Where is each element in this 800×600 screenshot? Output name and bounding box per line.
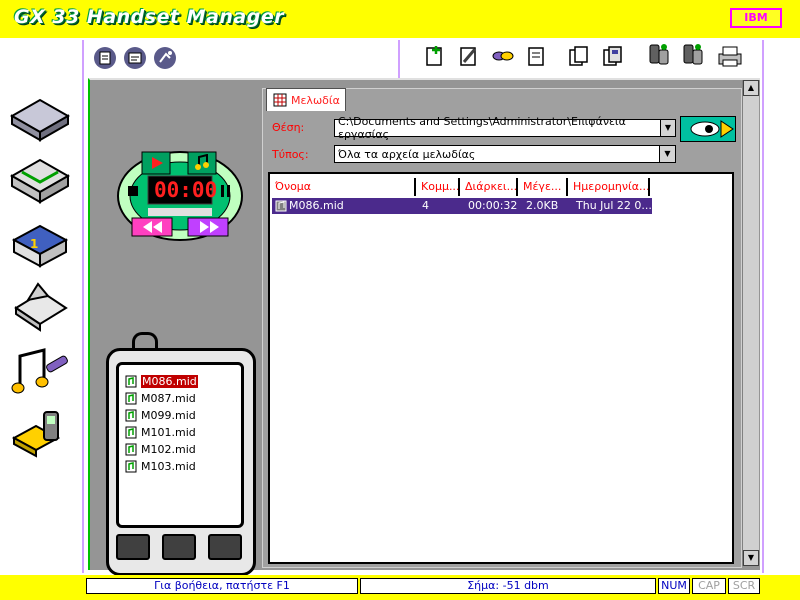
table-row[interactable]: M086.mid 4 00:00:32 2.0KB Thu Jul 22 0..… (272, 198, 652, 214)
status-help: Για βοήθεια, πατήστε F1 (86, 578, 358, 594)
player-time-display: 00:00 (154, 178, 218, 202)
divider (762, 40, 764, 573)
title-bar: GX 33 Handset Manager IBM (0, 0, 800, 38)
column-header-date[interactable]: Ημερομηνία... (570, 178, 650, 196)
list-item[interactable]: M103.mid (125, 458, 235, 475)
pause-icon[interactable] (220, 184, 232, 198)
list-item[interactable]: M102.mid (125, 441, 235, 458)
phone-left-button[interactable] (116, 534, 150, 560)
svg-text:1: 1 (30, 237, 38, 251)
type-value: Όλα τα αρχεία μελωδίας (338, 147, 476, 161)
edit-pencil-icon[interactable] (456, 44, 482, 68)
note-icon[interactable] (194, 153, 210, 170)
file-list-view[interactable] (268, 172, 734, 564)
status-signal: Σήμα: -51 dbm (360, 578, 656, 594)
chevron-down-icon[interactable]: ▼ (659, 146, 675, 162)
stop-icon[interactable] (128, 186, 138, 196)
divider (82, 40, 84, 573)
tab-melody[interactable]: Μελωδία (266, 88, 346, 111)
list-item-label: M102.mid (141, 443, 196, 456)
column-header-comment[interactable]: Κομμ... (418, 178, 460, 196)
cell-name: M086.mid (289, 199, 344, 212)
column-header-size[interactable]: Μέγε... (520, 178, 568, 196)
music-file-icon (125, 460, 137, 473)
edit-file-icon[interactable] (122, 46, 148, 70)
new-file-icon[interactable] (92, 46, 118, 70)
list-item-label: M101.mid (141, 426, 196, 439)
music-file-icon (125, 392, 137, 405)
divider (398, 40, 400, 78)
list-item[interactable]: M099.mid (125, 407, 235, 424)
notes-icon[interactable] (8, 278, 72, 334)
app-title: GX 33 Handset Manager (14, 6, 285, 28)
sync-icon[interactable] (152, 46, 178, 70)
connectivity-icon[interactable] (8, 404, 72, 460)
rewind-icon[interactable] (142, 220, 164, 234)
cell-comment: 4 (422, 199, 429, 212)
calendar-icon[interactable]: 1 (8, 214, 72, 270)
music-file-icon (125, 409, 137, 422)
cell-size: 2.0KB (526, 199, 559, 212)
phone-file-list: M086.mid M087.mid M099.mid M101.mid M102.mid… (116, 362, 244, 528)
status-scr: SCR (728, 578, 760, 594)
phone-connect-icon[interactable] (644, 42, 670, 66)
copy-icon[interactable] (524, 44, 550, 68)
phonebook-icon[interactable] (8, 88, 72, 144)
music-icon[interactable] (8, 344, 72, 400)
status-num: NUM (658, 578, 690, 594)
cell-date: Thu Jul 22 0... (576, 199, 652, 212)
add-icon[interactable] (422, 44, 448, 68)
list-item[interactable]: M087.mid (125, 390, 235, 407)
list-item-label: M103.mid (141, 460, 196, 473)
printer-icon[interactable] (716, 44, 742, 68)
music-file-icon (125, 443, 137, 456)
list-item-label: M087.mid (141, 392, 196, 405)
file-icon (275, 200, 287, 212)
phone-right-button[interactable] (208, 534, 242, 560)
list-item-label: M086.mid (141, 375, 198, 388)
type-label: Τύπος: (272, 148, 309, 161)
list-item[interactable]: M101.mid (125, 424, 235, 441)
phone-center-button[interactable] (162, 534, 196, 560)
paste-icon[interactable] (566, 44, 592, 68)
status-cap: CAP (692, 578, 726, 594)
phone-settings-icon[interactable] (678, 42, 704, 66)
list-item-label: M099.mid (141, 409, 196, 422)
cell-duration: 00:00:32 (468, 199, 518, 212)
link-icon[interactable] (490, 44, 516, 68)
scroll-up-button[interactable]: ▲ (743, 80, 759, 96)
column-header-name[interactable]: Όνομα (272, 178, 416, 196)
save-icon[interactable] (600, 44, 626, 68)
music-file-icon (125, 426, 137, 439)
scroll-down-button[interactable]: ▼ (743, 550, 759, 566)
messages-icon[interactable] (8, 150, 72, 206)
media-player: 00:00 (114, 148, 246, 242)
location-label: Θέση: (272, 121, 305, 134)
column-header-duration[interactable]: Διάρκει... (462, 178, 518, 196)
fast-forward-icon[interactable] (198, 220, 220, 234)
type-combo[interactable]: Όλα τα αρχεία μελωδίας ▼ (334, 145, 676, 163)
browse-folder-button[interactable] (680, 116, 736, 142)
location-combo[interactable]: C:\Documents and Settings\Administrator\… (334, 115, 676, 141)
location-value: C:\Documents and Settings\Administrator\… (338, 115, 626, 141)
brand-logo: IBM (730, 8, 782, 28)
music-file-icon (125, 375, 137, 388)
tab-label: Μελωδία (291, 93, 340, 107)
grid-icon (273, 93, 287, 107)
main-scrollbar[interactable]: ▲ ▼ (742, 80, 759, 566)
list-item[interactable]: M086.mid (125, 373, 235, 390)
play-icon[interactable] (150, 156, 164, 170)
chevron-down-icon[interactable]: ▼ (659, 120, 675, 136)
